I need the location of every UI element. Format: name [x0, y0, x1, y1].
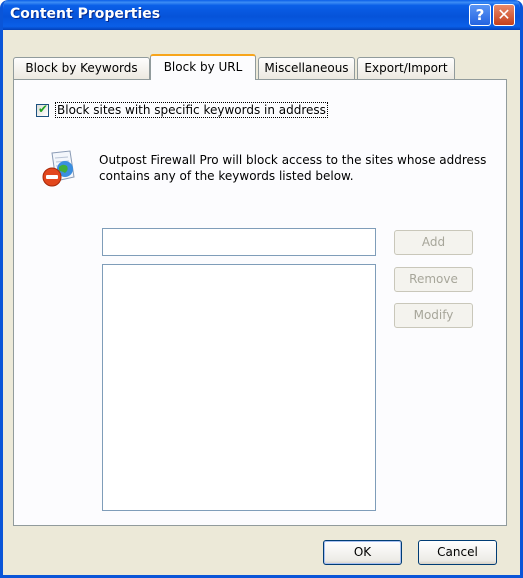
close-button[interactable]: ✕ [493, 4, 515, 26]
ok-button[interactable]: OK [323, 540, 402, 565]
remove-button-label: Remove [409, 272, 458, 286]
tab-miscellaneous[interactable]: Miscellaneous [258, 57, 355, 79]
remove-button[interactable]: Remove [394, 267, 473, 292]
blocked-url-icon [42, 150, 75, 187]
tab-label: Block by Keywords [25, 61, 138, 75]
url-keyword-list[interactable] [102, 264, 376, 511]
help-button[interactable]: ? [469, 4, 491, 26]
title-bar[interactable]: Content Properties ? ✕ [3, 0, 520, 30]
url-keyword-input[interactable] [102, 228, 376, 256]
modify-button[interactable]: Modify [394, 303, 473, 328]
tab-label: Block by URL [163, 60, 243, 74]
checkmark-icon: ✔ [38, 102, 49, 116]
help-icon: ? [475, 6, 485, 24]
tab-block-by-keywords[interactable]: Block by Keywords [13, 57, 150, 79]
content-properties-dialog: Content Properties ? ✕ Block by Keywords… [0, 0, 523, 578]
tab-block-by-url[interactable]: Block by URL [150, 54, 256, 80]
tab-label: Export/Import [364, 61, 448, 75]
add-button[interactable]: Add [394, 230, 473, 255]
tab-panel-block-by-url: ✔ Block sites with specific keywords in … [13, 79, 507, 526]
description-text: Outpost Firewall Pro will block access t… [99, 153, 487, 183]
block-sites-checkbox[interactable]: ✔ [36, 102, 49, 117]
window-title: Content Properties [10, 6, 161, 22]
ok-button-label: OK [353, 545, 372, 559]
close-icon: ✕ [497, 5, 511, 24]
tab-export-import[interactable]: Export/Import [357, 57, 455, 79]
cancel-button-label: Cancel [437, 545, 478, 559]
cancel-button[interactable]: Cancel [418, 540, 497, 565]
block-sites-checkbox-label[interactable]: Block sites with specific keywords in ad… [55, 102, 328, 118]
tab-label: Miscellaneous [264, 61, 349, 75]
add-button-label: Add [421, 235, 446, 249]
modify-button-label: Modify [413, 308, 454, 322]
